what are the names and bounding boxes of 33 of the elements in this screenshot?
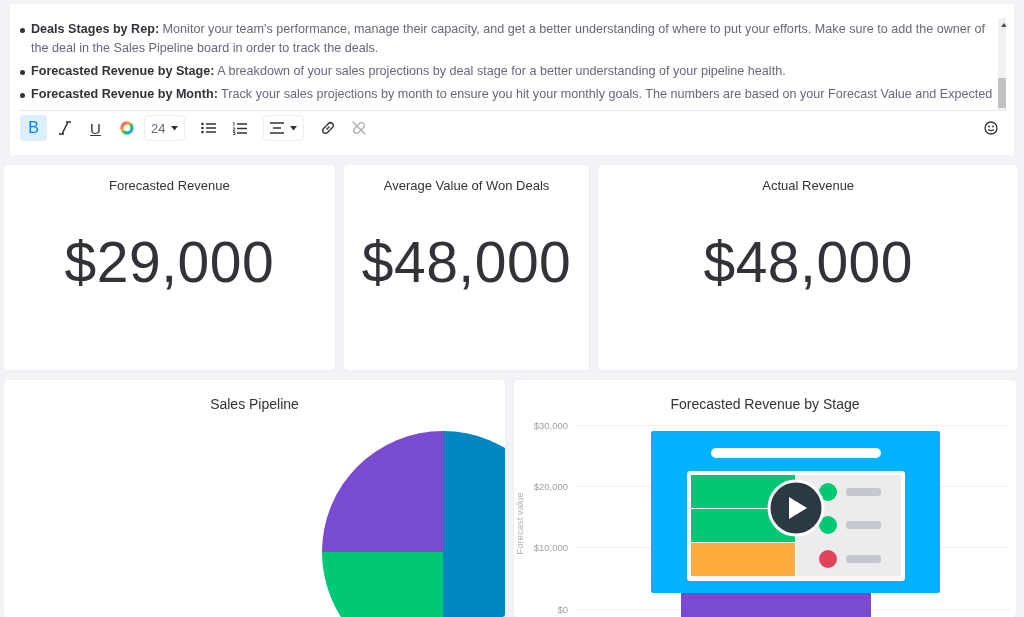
card-title: Actual Revenue <box>762 178 855 193</box>
play-button[interactable] <box>767 479 825 537</box>
axis-tick-label: $30,000 <box>532 420 568 432</box>
stat-value: $48,000 <box>703 229 913 295</box>
caret-icon <box>290 125 298 131</box>
axis-tick-label: $0 <box>556 603 568 615</box>
font-size-dropdown[interactable]: 24 <box>144 115 186 141</box>
card-title: Average Value of Won Deals <box>383 178 550 193</box>
caret-icon <box>171 125 179 131</box>
card-title: Sales Pipeline <box>210 396 299 412</box>
bullet-icon <box>20 70 25 75</box>
bullet-list-icon <box>201 122 217 134</box>
card-title: Forecasted Revenue <box>109 178 230 193</box>
underline-button[interactable]: U <box>82 115 109 141</box>
axis-tick-label: $20,000 <box>532 481 568 493</box>
italic-icon <box>57 121 72 135</box>
bullet-icon <box>20 93 25 98</box>
bullet-text: Forecasted Revenue by Month: Track your sales projections by month to ensure you hit your monthly goals. The numbers are based on your Forecast Value and Expected <box>31 86 993 103</box>
smiley-icon <box>983 121 998 135</box>
align-center-icon <box>270 122 285 134</box>
color-wheel-icon <box>119 121 134 135</box>
numbered-list-icon <box>232 121 248 135</box>
align-dropdown[interactable] <box>263 115 305 141</box>
axis-label: Forecast value <box>514 492 525 555</box>
card-title: Forecasted Revenue by Stage <box>670 396 860 412</box>
link-icon <box>320 121 335 135</box>
bullet-text: Deals Stages by Rep: Monitor your team's performance, manage their capacity, and get a better understanding of where to put your efforts. Make sure to add the owner of the deal in the Sales Pipeline board in order to track the deals. <box>31 21 986 57</box>
stat-value: $48,000 <box>361 229 572 295</box>
unlink-icon <box>351 121 366 135</box>
bullet-text: Forecasted Revenue by Stage: A breakdown of your sales projections by deal stage for a better understanding of your pipeline health. <box>31 63 786 80</box>
stat-value: $29,000 <box>64 229 275 295</box>
bullet-icon <box>20 28 25 33</box>
bold-button[interactable]: B <box>20 115 47 141</box>
